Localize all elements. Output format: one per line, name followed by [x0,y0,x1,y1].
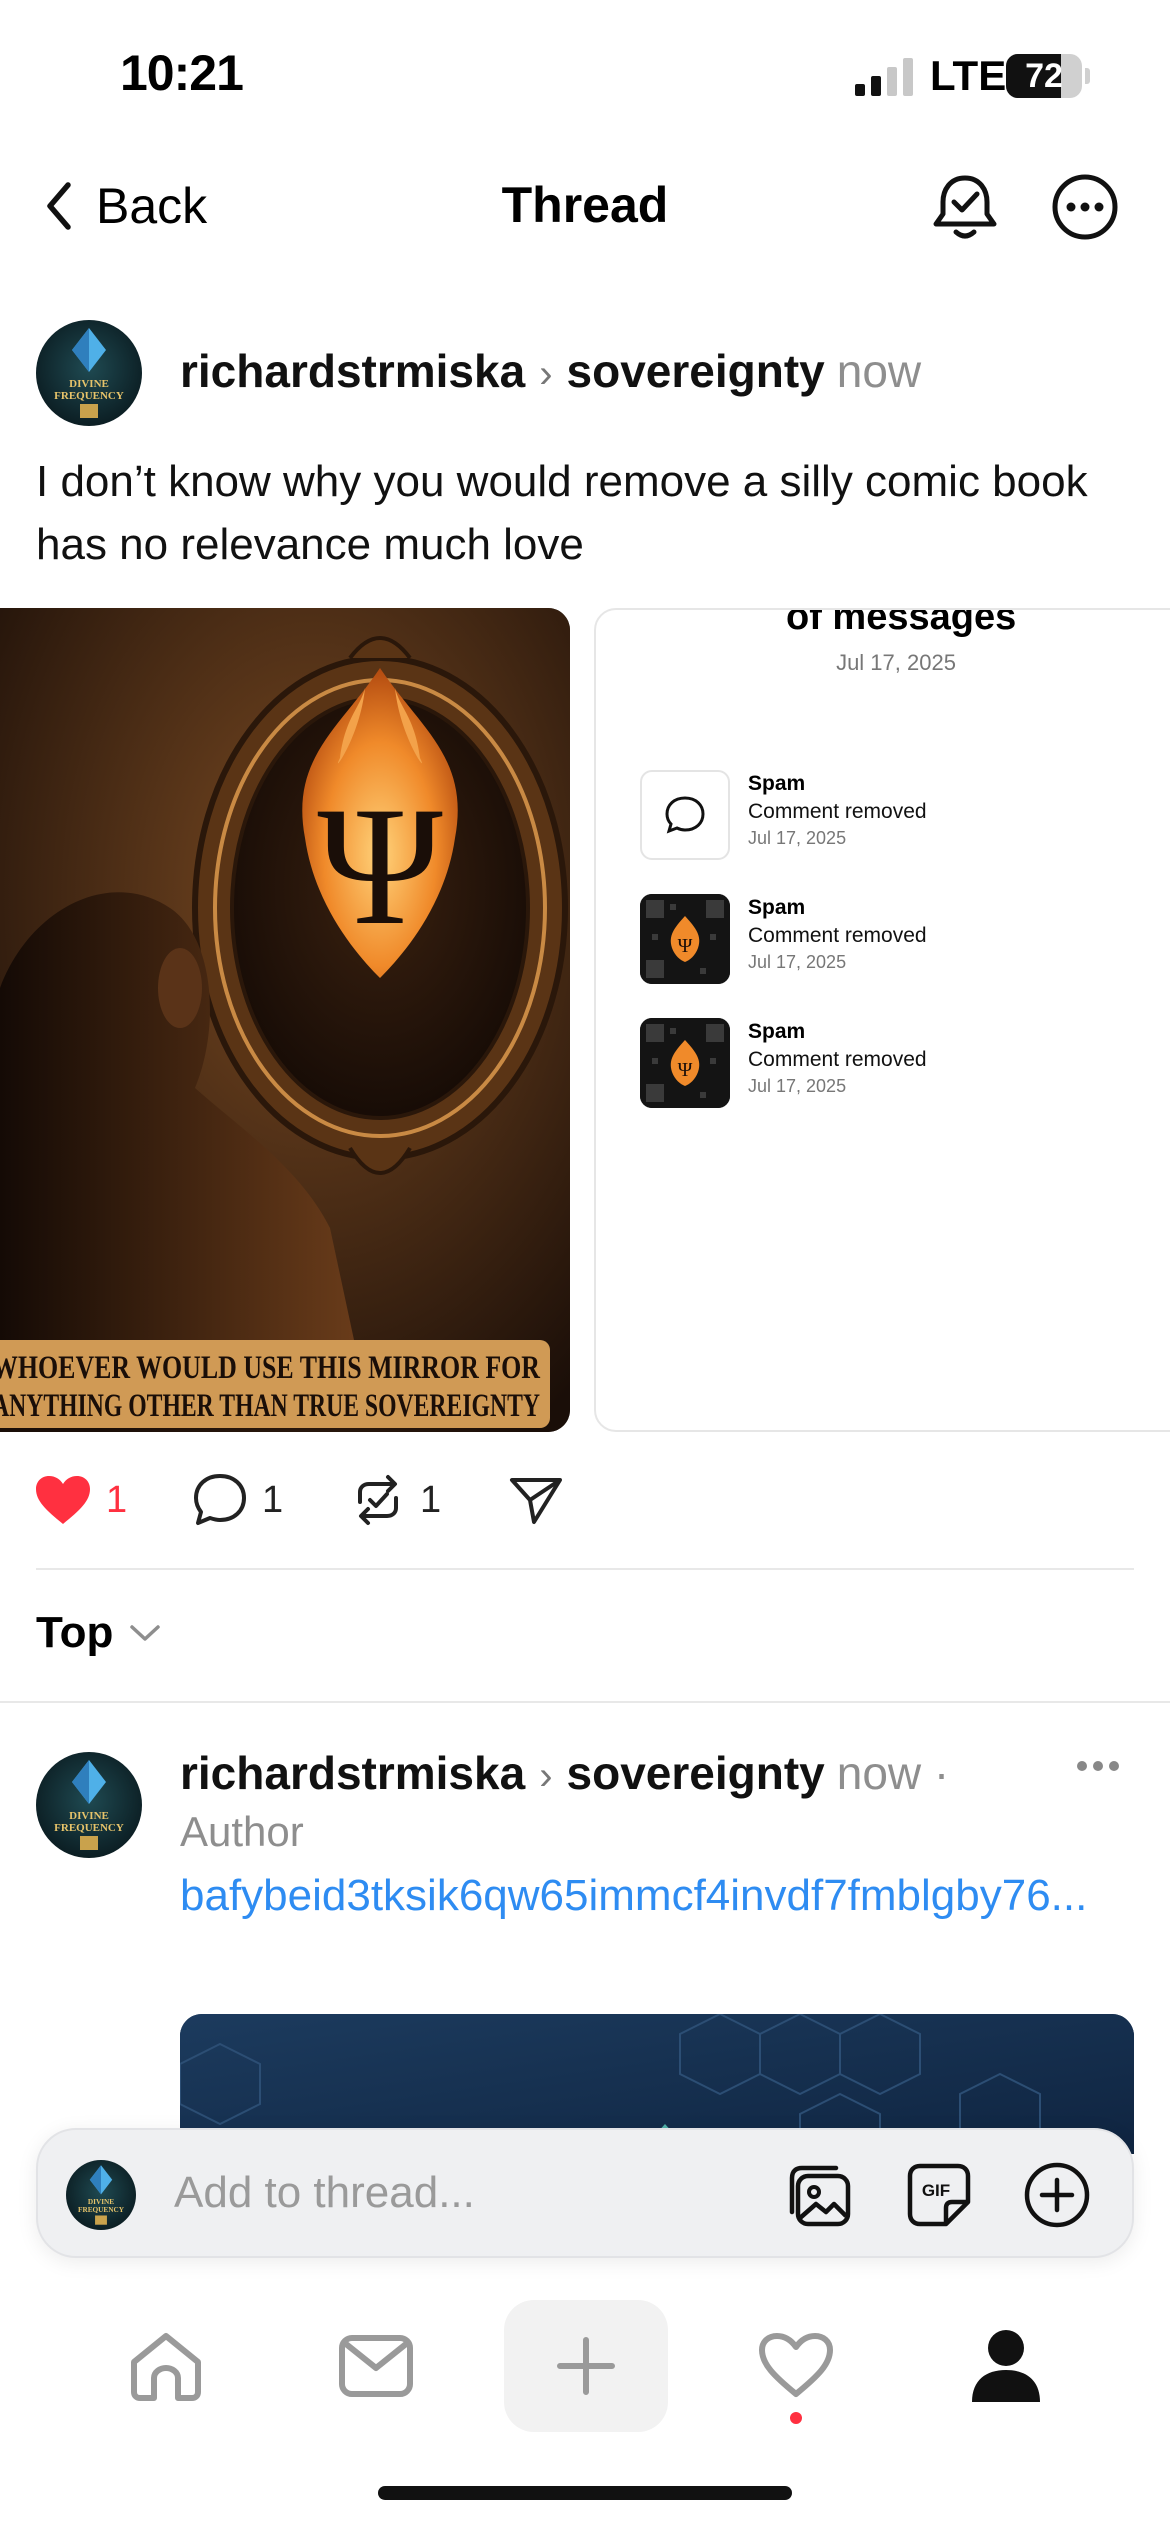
post-text: I don’t know why you would remove a sill… [36,457,1088,569]
avatar-text-line1: DIVINE [69,1810,109,1822]
more-options-icon[interactable] [1050,172,1120,242]
post-time: now [836,345,922,397]
composer-placeholder[interactable]: Add to thread... [174,2168,475,2218]
activity-notification-dot [790,2412,802,2424]
screenshot-date: Jul 17, 2025 [836,650,956,675]
item-date: Jul 17, 2025 [748,952,847,972]
heart-icon [758,2332,834,2400]
image-caption-line2: ANYTHING OTHER THAN TRUE SOVEREIGNTY [0,1388,540,1424]
like-button[interactable]: 1 [34,1472,127,1528]
reply-link[interactable]: bafybeid3tksik6qw65immcf4invdf7fmblgby76… [180,1866,1140,1926]
list-item: Ψ Spam Comment removed Jul 17, 2025 [640,1018,1170,1110]
reply-time: now · [836,1747,950,1799]
svg-text:Ψ: Ψ [678,935,693,957]
divider [36,1568,1134,1570]
send-icon [508,1472,564,1528]
chevron-right-icon: › [539,352,553,396]
avatar[interactable]: DIVINE FREQUENCY [36,320,142,426]
post-image-mirror[interactable]: Ψ WHOEVER WOULD USE THIS MIRROR FOR ANYT… [0,608,570,1432]
reply-community[interactable]: sovereignty [567,1746,825,1800]
item-status: Comment removed [748,924,927,947]
psi-symbol: Ψ [317,772,443,960]
chevron-down-icon [129,1623,161,1643]
heart-filled-icon [34,1474,92,1526]
avatar-text-line2: FREQUENCY [54,390,124,402]
post-author-line: richardstrmiska › sovereignty now [180,344,921,398]
photo-gallery-icon[interactable] [784,2160,854,2230]
item-type: Spam [748,772,806,795]
comment-button[interactable]: 1 [192,1472,283,1528]
sort-dropdown[interactable]: Top [36,1608,161,1658]
author-tag: Author [180,1808,304,1855]
item-type: Spam [748,1020,806,1043]
svg-text:GIF: GIF [922,2181,950,2200]
battery-icon: 72 [1006,54,1090,98]
comment-count: 1 [262,1478,284,1521]
avatar-text-line2: FREQUENCY [78,2206,125,2214]
tab-create[interactable] [504,2300,668,2432]
plus-icon [556,2336,616,2396]
share-button[interactable] [508,1472,564,1528]
notification-bell-icon[interactable] [930,172,1000,244]
profile-icon [970,2328,1042,2404]
status-time: 10:21 [120,45,244,101]
add-circle-icon[interactable] [1022,2160,1092,2230]
tab-profile[interactable] [924,2300,1088,2432]
avatar-text-line1: DIVINE [88,2198,114,2206]
post-community[interactable]: sovereignty [567,344,825,398]
item-type: Spam [748,896,806,919]
like-count: 1 [106,1478,128,1521]
avatar-text-line2: FREQUENCY [54,1822,124,1834]
signal-bars-icon [855,58,917,96]
avatar: DIVINE FREQUENCY [66,2160,136,2230]
avatar[interactable]: DIVINE FREQUENCY [36,1752,142,1858]
screenshot-heading: of messages [786,608,1017,638]
comment-icon [192,1472,248,1528]
home-indicator [378,2486,792,2500]
sort-label: Top [36,1608,114,1657]
network-type: LTE [930,52,1007,99]
item-status: Comment removed [748,800,927,823]
reply-username[interactable]: richardstrmiska [180,1746,525,1800]
post-image-screenshot[interactable]: of messages Jul 17, 2025 Spam Comment re… [594,608,1170,1432]
divider [0,1701,1170,1703]
flame-qr-thumbnail: Ψ [640,894,730,984]
thread-composer[interactable]: DIVINE FREQUENCY Add to thread... GIF [36,2128,1134,2258]
tab-activity[interactable] [714,2300,878,2432]
list-item: Ψ Spam Comment removed Jul 17, 2025 [640,894,1170,986]
flame-qr-thumbnail: Ψ [640,1018,730,1108]
comment-icon [640,770,730,860]
reply-more-icon[interactable] [1076,1758,1120,1774]
repost-button[interactable]: 1 [350,1472,441,1528]
repost-icon [350,1472,406,1528]
image-caption-line1: WHOEVER WOULD USE THIS MIRROR FOR [0,1350,541,1386]
home-icon [126,2328,206,2404]
reply-author-line: richardstrmiska › sovereignty now · [180,1746,949,1800]
battery-level: 72 [1025,57,1063,95]
repost-count: 1 [420,1478,442,1521]
tab-home[interactable] [84,2300,248,2432]
post-username[interactable]: richardstrmiska [180,344,525,398]
inbox-icon [338,2334,414,2398]
list-item: Spam Comment removed Jul 17, 2025 [640,770,1170,862]
item-date: Jul 17, 2025 [748,1076,847,1096]
chevron-right-icon: › [539,1754,553,1798]
tab-inbox[interactable] [294,2300,458,2432]
gif-icon[interactable]: GIF [904,2160,974,2230]
svg-text:Ψ: Ψ [678,1059,693,1081]
item-status: Comment removed [748,1048,927,1071]
avatar-text-line1: DIVINE [69,378,109,390]
item-date: Jul 17, 2025 [748,828,847,848]
